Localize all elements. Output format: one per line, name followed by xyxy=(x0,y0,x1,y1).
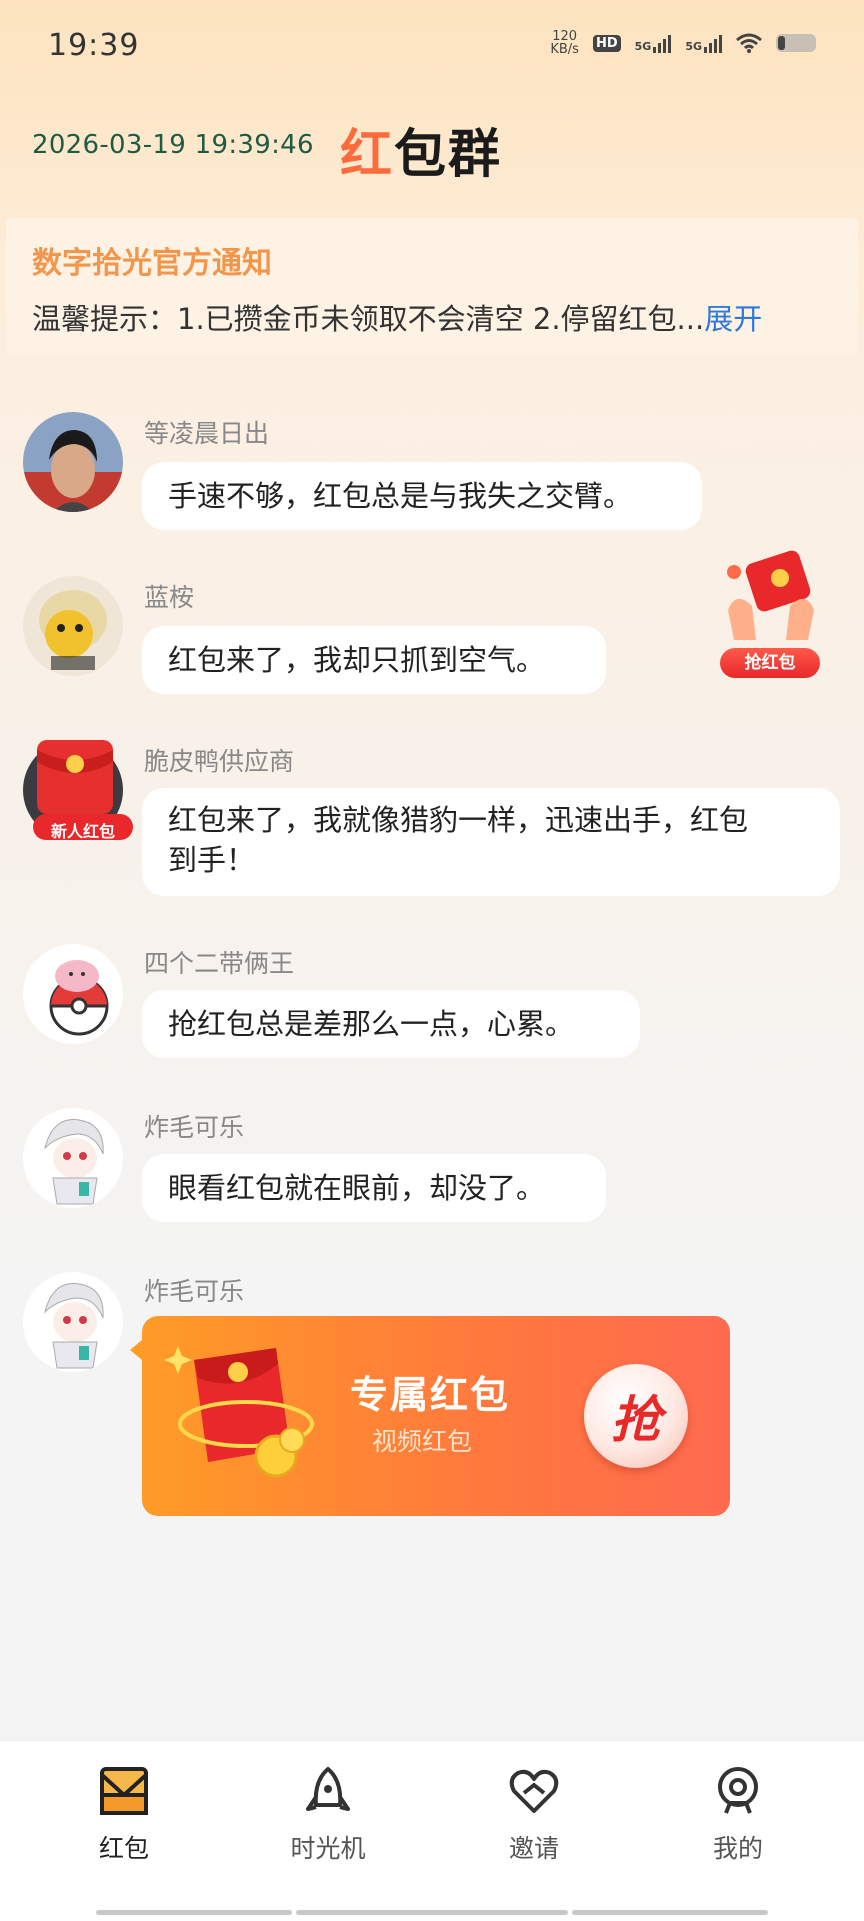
status-icons: 120 KB/s HD 5G 5G xyxy=(550,30,816,56)
hd-icon: HD xyxy=(592,34,621,52)
envelope-icon xyxy=(100,1767,148,1815)
red-packet-title: 专属红包 xyxy=(350,1373,511,1417)
datetime-display: 2026-03-19 19:39:46 xyxy=(32,130,314,160)
nav-item-mine[interactable]: 我的 xyxy=(678,1765,798,1865)
notice-body: 温馨提示：1.已攒金币未领取不会清空 2.停留红包... xyxy=(32,302,705,336)
rocket-icon xyxy=(306,1767,350,1811)
message-line: 红包来了，我就像猎豹一样，迅速出手，红包 xyxy=(168,803,749,837)
sim2-label: 5G xyxy=(685,40,702,53)
sender-name: 脆皮鸭供应商 xyxy=(144,747,295,776)
bottom-navigation: 红包 时光机 邀请 我的 xyxy=(0,1740,864,1921)
official-notice: 数字拾光官方通知 温馨提示：1.已攒金币未领取不会清空 2.停留红包...展开 xyxy=(6,218,858,356)
nav-label: 邀请 xyxy=(508,1834,559,1863)
nav-item-time-machine[interactable]: 时光机 xyxy=(268,1765,388,1865)
avatar[interactable] xyxy=(23,944,123,1044)
message-bubble: 抢红包总是差那么一点，心累。 xyxy=(142,990,640,1058)
message-bubble: 红包来了，我却只抓到空气。 xyxy=(142,626,606,694)
sender-name: 四个二带俩王 xyxy=(144,949,295,978)
red-packet-card[interactable]: 专属红包 视频红包 抢 xyxy=(130,1316,730,1516)
sender-name: 炸毛可乐 xyxy=(144,1113,245,1142)
sim1-label: 5G xyxy=(634,40,652,53)
sender-name: 炸毛可乐 xyxy=(144,1277,245,1306)
speed-unit: KB/s xyxy=(550,42,579,57)
nav-label: 红包 xyxy=(98,1834,149,1863)
float-label: 抢红包 xyxy=(720,648,820,678)
notice-text: 温馨提示：1.已攒金币未领取不会清空 2.停留红包...展开 xyxy=(32,296,832,338)
sender-name: 蓝桉 xyxy=(144,583,195,612)
sender-name: 等凌晨日出 xyxy=(144,419,270,448)
network-speed: 120 KB/s xyxy=(550,30,579,56)
avatar-badge-text: 新人红包 xyxy=(50,822,115,841)
notice-expand-link[interactable]: 展开 xyxy=(704,302,762,336)
avatar[interactable] xyxy=(23,412,123,512)
nav-label: 时光机 xyxy=(290,1834,366,1863)
grab-button[interactable]: 抢 xyxy=(584,1364,688,1468)
avatar[interactable] xyxy=(23,576,123,676)
avatar[interactable]: 新人红包 xyxy=(23,740,133,841)
status-time: 19:39 xyxy=(48,28,140,63)
message-bubble: 手速不够，红包总是与我失之交臂。 xyxy=(142,462,702,530)
grab-red-packet-widget[interactable]: 抢红包 xyxy=(716,550,826,680)
red-packet-hands-icon xyxy=(727,550,814,640)
signal-icon: 5G xyxy=(685,33,722,53)
red-packet-icon xyxy=(164,1346,314,1478)
heart-icon xyxy=(509,1769,559,1813)
page-title: 红包群 xyxy=(340,112,502,187)
red-packet-subtitle: 视频红包 xyxy=(372,1427,473,1456)
nav-item-red-packet[interactable]: 红包 xyxy=(64,1765,184,1865)
wifi-icon xyxy=(736,33,762,53)
message-line: 到手！ xyxy=(168,843,256,877)
avatar[interactable] xyxy=(23,1108,123,1208)
page-title-rest: 包群 xyxy=(394,125,503,185)
gesture-bar xyxy=(96,1910,768,1915)
message-bubble: 眼看红包就在眼前，却没了。 xyxy=(142,1154,606,1222)
notice-title: 数字拾光官方通知 xyxy=(32,246,272,281)
signal-icon: 5G xyxy=(635,33,672,53)
profile-icon xyxy=(718,1767,758,1814)
page-title-accent: 红 xyxy=(340,125,395,185)
message-bubble: 红包来了，我就像猎豹一样，迅速出手，红包 到手！ xyxy=(142,788,840,896)
nav-item-invite[interactable]: 邀请 xyxy=(474,1765,594,1865)
avatar[interactable] xyxy=(23,1272,123,1372)
nav-label: 我的 xyxy=(712,1834,763,1863)
battery-icon xyxy=(776,34,816,52)
